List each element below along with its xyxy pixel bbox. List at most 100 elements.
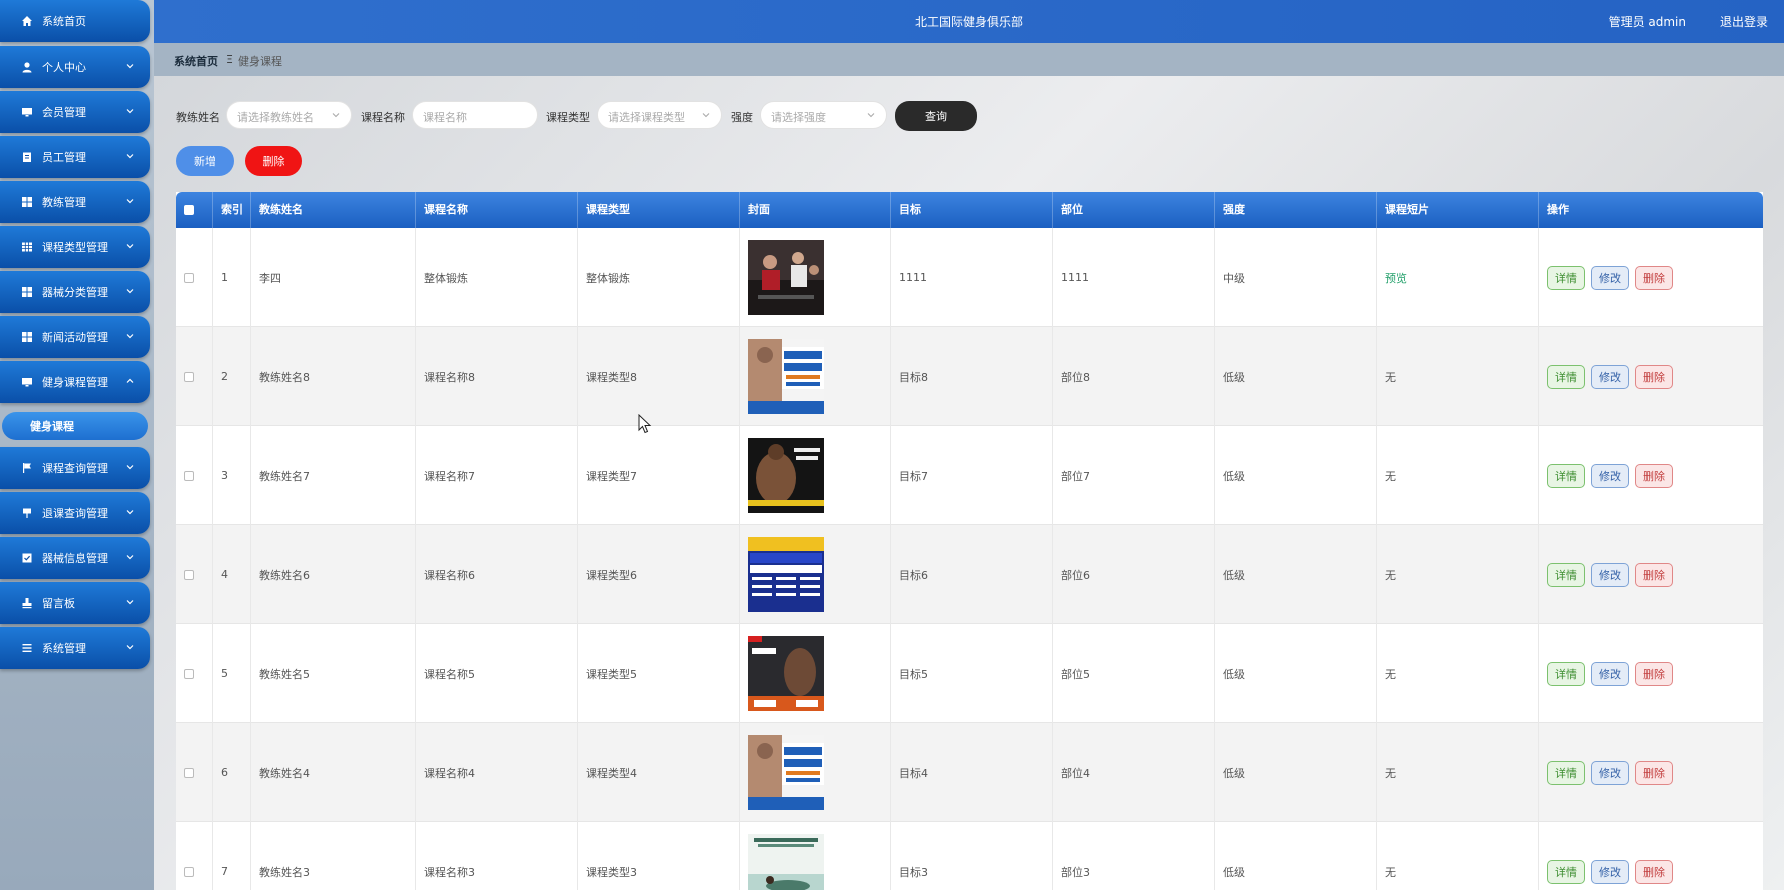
detail-button[interactable]: 详情	[1547, 265, 1585, 290]
row-delete-button[interactable]: 删除	[1635, 364, 1673, 389]
coach-cell: 教练姓名5	[251, 624, 416, 723]
row-delete-button[interactable]: 删除	[1635, 562, 1673, 587]
detail-button[interactable]: 详情	[1547, 859, 1585, 884]
sidebar-item-message-board[interactable]: 留言板	[0, 582, 150, 624]
sidebar-item-staff-management[interactable]: 员工管理	[0, 136, 150, 178]
chevron-down-icon	[124, 60, 136, 72]
row-delete-button[interactable]: 删除	[1635, 760, 1673, 785]
video-cell[interactable]: 预览	[1377, 228, 1539, 327]
logout-link[interactable]: 退出登录	[1720, 13, 1768, 30]
cover-image[interactable]	[748, 438, 824, 513]
sidebar-subitem-fitness-course[interactable]: 健身课程	[2, 412, 148, 440]
edit-button[interactable]: 修改	[1591, 562, 1629, 587]
course-type-select[interactable]: 请选择课程类型	[597, 101, 722, 129]
column-header: 部位	[1053, 192, 1215, 228]
coach-cell: 教练姓名6	[251, 525, 416, 624]
video-preview-link[interactable]: 预览	[1385, 270, 1407, 286]
goal-cell: 目标3	[891, 822, 1053, 890]
edit-button[interactable]: 修改	[1591, 661, 1629, 686]
sidebar-item-withdraw-query-management[interactable]: 退课查询管理	[0, 492, 150, 534]
chevron-down-icon	[124, 330, 136, 342]
sidebar-item-equipment-info-management[interactable]: 器械信息管理	[0, 537, 150, 579]
edit-button[interactable]: 修改	[1591, 265, 1629, 290]
cover-image[interactable]	[748, 735, 824, 810]
cover-image[interactable]	[748, 240, 824, 315]
table-row: 6 教练姓名4 课程名称4 课程类型4 目标4 部位4 低级无 详情 修改 删除	[176, 723, 1763, 822]
row-delete-button[interactable]: 删除	[1635, 265, 1673, 290]
video-cell: 无	[1377, 624, 1539, 723]
sidebar-item-fitness-course-management[interactable]: 健身课程管理	[0, 361, 150, 403]
sidebar-item-home[interactable]: 系统首页	[0, 0, 150, 42]
edit-button[interactable]: 修改	[1591, 859, 1629, 884]
sidebar-item-news-activity-management[interactable]: 新闻活动管理	[0, 316, 150, 358]
sidebar-item-member-management[interactable]: 会员管理	[0, 91, 150, 133]
intensity-cell: 低级	[1215, 327, 1377, 426]
header-select-all[interactable]	[176, 192, 213, 228]
sidebar: 系统首页 个人中心 会员管理 员工管理 教练管理 课程类型管理 器械分类管理 新…	[0, 0, 154, 890]
goal-cell: 1111	[891, 228, 1053, 327]
table-icon	[20, 240, 34, 254]
detail-button[interactable]: 详情	[1547, 562, 1585, 587]
flag-icon	[20, 461, 34, 475]
sidebar-item-personal-center[interactable]: 个人中心	[0, 46, 150, 88]
coach-select-placeholder: 请选择教练姓名	[237, 111, 314, 124]
chevron-down-icon	[124, 596, 136, 608]
sidebar-item-label: 退课查询管理	[42, 507, 108, 520]
sidebar-item-course-type-management[interactable]: 课程类型管理	[0, 226, 150, 268]
row-delete-button[interactable]: 删除	[1635, 463, 1673, 488]
part-cell: 部位7	[1053, 426, 1215, 525]
chevron-down-icon	[701, 110, 711, 120]
part-cell: 部位3	[1053, 822, 1215, 890]
checkbox-icon	[20, 551, 34, 565]
detail-button[interactable]: 详情	[1547, 760, 1585, 785]
cover-cell	[740, 228, 891, 327]
cover-image[interactable]	[748, 339, 824, 414]
intensity-select[interactable]: 请选择强度	[760, 101, 887, 129]
detail-button[interactable]: 详情	[1547, 463, 1585, 488]
chevron-down-icon	[124, 240, 136, 252]
row-checkbox[interactable]	[184, 668, 194, 679]
course-name-cell: 课程名称6	[416, 525, 578, 624]
video-cell: 无	[1377, 822, 1539, 890]
row-checkbox[interactable]	[184, 866, 194, 877]
sidebar-item-course-query-management[interactable]: 课程查询管理	[0, 447, 150, 489]
column-header: 教练姓名	[251, 192, 416, 228]
course-name-input[interactable]: 课程名称	[412, 101, 538, 129]
row-checkbox[interactable]	[184, 767, 194, 778]
edit-button[interactable]: 修改	[1591, 760, 1629, 785]
grid-icon	[20, 285, 34, 299]
actions-cell: 详情 修改 删除	[1539, 525, 1763, 624]
sidebar-item-label: 器械信息管理	[42, 552, 108, 565]
part-cell: 部位8	[1053, 327, 1215, 426]
row-delete-button[interactable]: 删除	[1635, 661, 1673, 686]
detail-button[interactable]: 详情	[1547, 661, 1585, 686]
edit-button[interactable]: 修改	[1591, 364, 1629, 389]
row-checkbox[interactable]	[184, 371, 194, 382]
row-checkbox[interactable]	[184, 569, 194, 580]
row-checkbox[interactable]	[184, 470, 194, 481]
intensity-cell: 低级	[1215, 624, 1377, 723]
sidebar-item-label: 课程类型管理	[42, 241, 108, 254]
select-all-checkbox[interactable]	[184, 205, 194, 215]
sidebar-item-equipment-category-management[interactable]: 器械分类管理	[0, 271, 150, 313]
bulk-delete-button[interactable]: 删除	[245, 146, 302, 176]
add-button[interactable]: 新增	[176, 146, 234, 176]
intensity-cell: 低级	[1215, 525, 1377, 624]
select-cell	[176, 327, 213, 426]
query-button[interactable]: 查询	[895, 101, 977, 131]
cover-image[interactable]	[748, 537, 824, 612]
cover-image[interactable]	[748, 636, 824, 711]
course-type-cell: 课程类型6	[578, 525, 740, 624]
intensity-cell: 低级	[1215, 723, 1377, 822]
detail-button[interactable]: 详情	[1547, 364, 1585, 389]
breadcrumb-home[interactable]: 系统首页	[174, 53, 218, 69]
row-delete-button[interactable]: 删除	[1635, 859, 1673, 884]
sidebar-item-system-management[interactable]: 系统管理	[0, 627, 150, 669]
edit-button[interactable]: 修改	[1591, 463, 1629, 488]
course-name-cell: 课程名称8	[416, 327, 578, 426]
coach-select[interactable]: 请选择教练姓名	[226, 101, 352, 129]
intensity-cell: 低级	[1215, 426, 1377, 525]
row-checkbox[interactable]	[184, 272, 194, 283]
sidebar-item-coach-management[interactable]: 教练管理	[0, 181, 150, 223]
cover-image[interactable]	[748, 834, 824, 890]
